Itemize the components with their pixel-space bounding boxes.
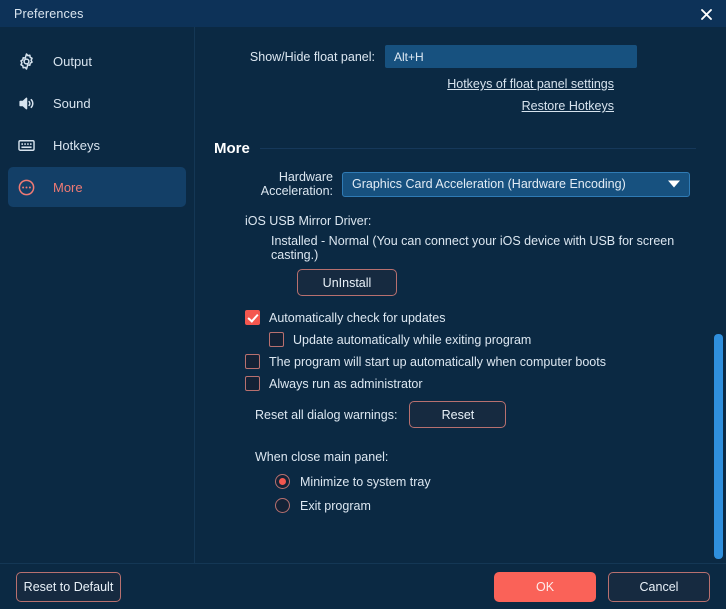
window-title: Preferences bbox=[14, 6, 84, 21]
more-section-header: More bbox=[211, 140, 696, 157]
sidebar: Output Sound Hotkeys More bbox=[0, 27, 195, 563]
radio-button[interactable] bbox=[275, 498, 290, 513]
float-panel-hotkey-label: Show/Hide float panel: bbox=[249, 49, 375, 64]
sidebar-item-label: Sound bbox=[53, 95, 91, 111]
radio-label: Minimize to system tray bbox=[300, 474, 431, 489]
restore-hotkeys-link[interactable]: Restore Hotkeys bbox=[522, 99, 614, 113]
radio-minimize-to-tray[interactable]: Minimize to system tray bbox=[245, 474, 696, 489]
sidebar-item-label: Output bbox=[53, 53, 93, 69]
float-panel-hotkey-input[interactable] bbox=[385, 45, 637, 68]
content-scrollbar[interactable] bbox=[714, 27, 723, 563]
sidebar-item-more[interactable]: More bbox=[8, 167, 186, 207]
checkbox-label: The program will start up automatically … bbox=[269, 354, 606, 369]
ios-driver-title: iOS USB Mirror Driver: bbox=[245, 214, 372, 228]
sidebar-item-label: Hotkeys bbox=[53, 137, 100, 153]
checkbox-auto-check-updates[interactable]: Automatically check for updates bbox=[245, 310, 696, 325]
checkbox-box[interactable] bbox=[269, 332, 284, 347]
hardware-acceleration-select[interactable]: Graphics Card Acceleration (Hardware Enc… bbox=[342, 171, 690, 197]
hotkeys-float-panel-settings-link[interactable]: Hotkeys of float panel settings bbox=[447, 77, 614, 91]
hardware-acceleration-row: Hardware Acceleration: Graphics Card Acc… bbox=[211, 170, 696, 198]
checkbox-update-while-exiting[interactable]: Update automatically while exiting progr… bbox=[245, 332, 696, 347]
sidebar-item-label: More bbox=[53, 179, 83, 195]
checkbox-box[interactable] bbox=[245, 376, 260, 391]
section-divider bbox=[259, 148, 696, 149]
float-panel-hotkey-row: Show/Hide float panel: bbox=[211, 45, 696, 68]
update-options-group: Automatically check for updates Update a… bbox=[211, 310, 696, 513]
sidebar-item-sound[interactable]: Sound bbox=[8, 83, 186, 123]
reset-dialog-warnings-row: Reset all dialog warnings: Reset bbox=[245, 401, 696, 428]
checkbox-box[interactable] bbox=[245, 310, 260, 325]
close-button[interactable] bbox=[692, 2, 720, 26]
reset-warnings-button[interactable]: Reset bbox=[409, 401, 507, 428]
checkbox-run-as-administrator[interactable]: Always run as administrator bbox=[245, 376, 696, 391]
hardware-acceleration-value: Graphics Card Acceleration (Hardware Enc… bbox=[352, 177, 626, 191]
section-title: More bbox=[214, 140, 250, 157]
ok-button[interactable]: OK bbox=[494, 571, 596, 602]
uninstall-button-row: UnInstall bbox=[211, 269, 696, 310]
scrollbar-thumb[interactable] bbox=[714, 334, 723, 559]
speaker-icon bbox=[17, 92, 43, 114]
checkbox-startup-on-boot[interactable]: The program will start up automatically … bbox=[245, 354, 696, 369]
reset-dialog-warnings-label: Reset all dialog warnings: bbox=[255, 407, 398, 422]
close-icon bbox=[699, 7, 714, 22]
more-circle-icon bbox=[17, 176, 43, 198]
sidebar-item-output[interactable]: Output bbox=[8, 41, 186, 81]
float-panel-settings-link-row: Hotkeys of float panel settings bbox=[211, 75, 696, 93]
chevron-down-icon bbox=[668, 180, 680, 188]
ios-driver-status: Installed - Normal (You can connect your… bbox=[271, 234, 675, 262]
checkbox-label: Automatically check for updates bbox=[269, 310, 446, 325]
gear-icon bbox=[17, 50, 43, 72]
sidebar-item-hotkeys[interactable]: Hotkeys bbox=[8, 125, 186, 165]
when-close-main-panel-label: When close main panel: bbox=[255, 450, 389, 464]
window-body: Output Sound Hotkeys More Show/Hide floa… bbox=[0, 27, 726, 563]
titlebar: Preferences bbox=[0, 0, 726, 27]
checkbox-label: Update automatically while exiting progr… bbox=[293, 332, 532, 347]
uninstall-button[interactable]: UnInstall bbox=[297, 269, 397, 296]
radio-button[interactable] bbox=[275, 474, 290, 489]
checkbox-box[interactable] bbox=[245, 354, 260, 369]
hardware-acceleration-label: Hardware Acceleration: bbox=[260, 170, 333, 198]
keyboard-icon bbox=[17, 134, 43, 156]
cancel-button[interactable]: Cancel bbox=[608, 571, 710, 602]
radio-label: Exit program bbox=[300, 498, 371, 513]
reset-to-default-button[interactable]: Reset to Default bbox=[16, 571, 121, 602]
preferences-window: Preferences Output Sound Hotkeys More Sh… bbox=[0, 0, 726, 609]
radio-exit-program[interactable]: Exit program bbox=[245, 498, 696, 513]
settings-content: Show/Hide float panel: Hotkeys of float … bbox=[195, 27, 726, 563]
restore-hotkeys-link-row: Restore Hotkeys bbox=[211, 97, 696, 115]
footer-actions: OK Cancel bbox=[494, 571, 710, 602]
dialog-footer: Reset to Default OK Cancel bbox=[0, 563, 726, 609]
checkbox-label: Always run as administrator bbox=[269, 376, 423, 391]
